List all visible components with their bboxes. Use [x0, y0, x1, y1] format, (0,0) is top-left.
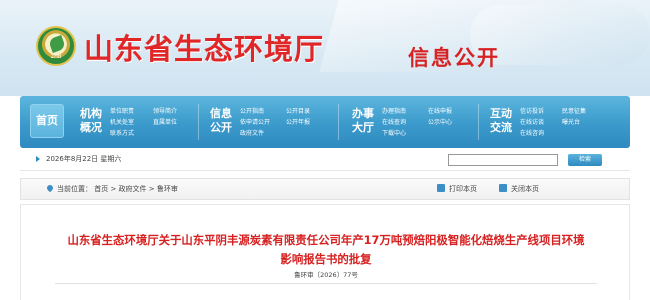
leaf-icon — [48, 35, 66, 53]
nav-group-title[interactable]: 办事 大厅 — [350, 107, 376, 135]
breadcrumb: 当前位置： 首页 > 政府文件 > 鲁环审 打印本页 关闭本页 — [20, 178, 630, 200]
printer-icon — [437, 184, 445, 192]
current-date: 2026年8月22日 星期六 — [46, 155, 122, 163]
search-input[interactable] — [448, 154, 558, 166]
site-title[interactable]: 山东省生态环境厅 — [84, 26, 324, 68]
nav-link[interactable]: 联系方式 — [110, 128, 134, 137]
nav-link[interactable]: 曝光台 — [562, 117, 580, 126]
nav-link[interactable]: 单位职责 — [110, 106, 134, 115]
nav-link[interactable]: 信访投诉 — [520, 106, 544, 115]
nav-home-button[interactable]: 首页 — [30, 104, 64, 138]
date-search-bar: 2026年8月22日 星期六 检索 — [20, 151, 630, 171]
nav-group-info: 信息 公开 公开指南 公开目录 依申请公开 公开年报 政府文件 — [208, 101, 338, 143]
close-page-icon — [499, 184, 507, 192]
document-number: 鲁环审〔2026〕77号 — [294, 271, 358, 279]
nav-link[interactable]: 公开年报 — [286, 117, 310, 126]
nav-link[interactable]: 在线申报 — [428, 106, 452, 115]
nav-group-service: 办事 大厅 办理指南 在线申报 在线查询 公示中心 下载中心 — [350, 101, 480, 143]
nav-link[interactable]: 公开目录 — [286, 106, 310, 115]
nav-link[interactable]: 领导简介 — [153, 106, 177, 115]
nav-link[interactable]: 政府文件 — [240, 128, 264, 137]
nav-link[interactable]: 公示中心 — [428, 117, 452, 126]
nav-group-org: 机构 概况 单位职责 领导简介 机关处室 直属单位 联系方式 — [78, 101, 198, 143]
nav-divider — [478, 104, 479, 140]
nav-link[interactable]: 在线访谈 — [520, 117, 544, 126]
nav-link[interactable]: 在线咨询 — [520, 128, 544, 137]
info-open-title: 信息公开 — [408, 45, 500, 70]
search-button[interactable]: 检索 — [568, 154, 602, 166]
emblem-text: ZHB — [50, 54, 62, 60]
nav-link[interactable]: 公开指南 — [240, 106, 264, 115]
location-pin-icon — [45, 183, 55, 193]
nav-link[interactable]: 民意征集 — [562, 106, 586, 115]
main-nav: 首页 机构 概况 单位职责 领导简介 机关处室 直属单位 联系方式 信息 公开 公开… — [20, 96, 630, 148]
close-page-link[interactable]: 关闭本页 — [511, 184, 539, 194]
nav-link[interactable]: 在线查询 — [382, 117, 406, 126]
site-header: ZHB 山东省生态环境厅 信息公开 — [0, 0, 650, 96]
nav-link[interactable]: 机关处室 — [110, 117, 134, 126]
nav-divider — [338, 104, 339, 140]
nav-group-interact: 互动 交流 信访投诉 民意征集 在线访谈 曝光台 在线咨询 — [488, 101, 626, 143]
nav-group-title[interactable]: 互动 交流 — [488, 107, 514, 135]
nav-link[interactable]: 依申请公开 — [240, 117, 270, 126]
nav-link[interactable]: 直属单位 — [153, 117, 177, 126]
breadcrumb-path[interactable]: 当前位置： 首页 > 政府文件 > 鲁环审 — [57, 184, 178, 194]
department-emblem-logo[interactable]: ZHB — [36, 26, 76, 66]
nav-group-title[interactable]: 机构 概况 — [78, 107, 104, 135]
divider — [55, 283, 597, 284]
article-panel: 山东省生态环境厅关于山东平阴丰源炭素有限责任公司年产17万吨预焙阳极智能化焙烧生… — [20, 204, 630, 300]
nav-group-title[interactable]: 信息 公开 — [208, 107, 234, 135]
nav-divider — [198, 104, 199, 140]
nav-link[interactable]: 办理指南 — [382, 106, 406, 115]
print-page-link[interactable]: 打印本页 — [449, 184, 477, 194]
nav-link[interactable]: 下载中心 — [382, 128, 406, 137]
article-title: 山东省生态环境厅关于山东平阴丰源炭素有限责任公司年产17万吨预焙阳极智能化焙烧生… — [67, 233, 585, 266]
arrow-right-icon — [36, 156, 40, 162]
